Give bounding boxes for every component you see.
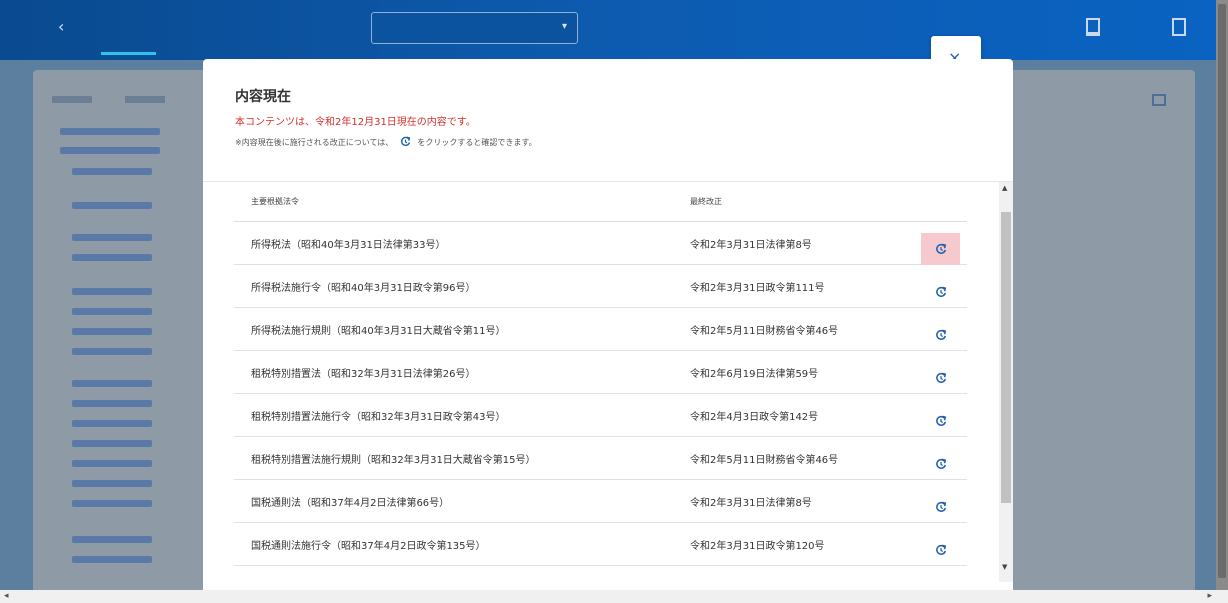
background-tree-item xyxy=(60,128,160,135)
law-name: 所得税法施行令（昭和40年3月31日政令第96号） xyxy=(251,283,476,294)
table-row: 所得税法施行令（昭和40年3月31日政令第96号） 令和2年3月31日政令第111… xyxy=(234,265,967,308)
scroll-up-arrow-icon[interactable]: ▲ xyxy=(1002,184,1007,192)
modal-scrollbar[interactable]: ▲ ▼ xyxy=(999,182,1013,582)
last-revision: 令和2年3月31日法律第8号 xyxy=(690,240,812,251)
revision-note: ※内容現在後に施行される改正については、 をクリックすると確認できます。 xyxy=(235,136,537,148)
law-name: 所得税法（昭和40年3月31日法律第33号） xyxy=(251,240,446,251)
revision-history-button[interactable] xyxy=(921,276,960,308)
background-tree-item xyxy=(72,420,152,427)
revision-note-text: ※内容現在後に施行される改正については、 xyxy=(235,138,394,147)
background-tree-item xyxy=(72,308,152,315)
content-date-notice: 本コンテンツは、令和2年12月31日現在の内容です。 xyxy=(235,117,476,128)
law-name: 租税特別措置法施行規則（昭和32年3月31日大蔵省令第15号） xyxy=(251,455,536,466)
revision-history-button[interactable] xyxy=(921,405,960,437)
history-icon xyxy=(400,136,411,147)
revision-note-text-after: をクリックすると確認できます。 xyxy=(417,138,537,147)
law-name: 国税通則法（昭和37年4月2日法律第66号） xyxy=(251,498,450,509)
background-breadcrumb xyxy=(52,96,92,103)
last-revision: 令和2年3月31日法律第8号 xyxy=(690,498,812,509)
revision-history-button[interactable] xyxy=(921,448,960,480)
background-tree-item xyxy=(72,536,152,543)
page-scroll-thumb[interactable] xyxy=(1218,4,1226,578)
table-row: 所得税法（昭和40年3月31日法律第33号） 令和2年3月31日法律第8号 xyxy=(234,222,967,265)
last-revision: 令和2年6月19日法律第59号 xyxy=(690,369,819,380)
law-name: 租税特別措置法（昭和32年3月31日法律第26号） xyxy=(251,369,476,380)
history-icon xyxy=(935,501,946,512)
revision-history-button[interactable] xyxy=(921,319,960,351)
last-revision: 令和2年5月11日財務省令第46号 xyxy=(690,326,839,337)
modal-header: 内容現在 本コンテンツは、令和2年12月31日現在の内容です。 ※内容現在後に施… xyxy=(203,59,1013,182)
law-table: 主要根拠法令 最終改正 所得税法（昭和40年3月31日法律第33号） 令和2年3月… xyxy=(234,182,967,582)
history-icon xyxy=(935,544,946,555)
background-tree-item xyxy=(72,288,152,295)
chevron-down-icon: ▾ xyxy=(561,21,567,32)
app-header: ‹ ▾ xyxy=(0,0,1228,60)
background-tree-item xyxy=(72,348,152,355)
background-tree-item xyxy=(72,480,152,487)
column-header-revision: 最終改正 xyxy=(690,197,722,206)
background-tree-item xyxy=(72,380,152,387)
history-icon xyxy=(935,329,946,340)
history-icon xyxy=(935,415,946,426)
table-row: 租税特別措置法施行令（昭和32年3月31日政令第43号） 令和2年4月3日政令第1… xyxy=(234,394,967,437)
law-name: 租税特別措置法施行令（昭和32年3月31日政令第43号） xyxy=(251,412,506,423)
history-icon xyxy=(935,243,946,254)
law-name: 所得税法施行規則（昭和40年3月31日大蔵省令第11号） xyxy=(251,326,506,337)
table-row: 国税通則法（昭和37年4月2日法律第66号） 令和2年3月31日法律第8号 xyxy=(234,480,967,523)
content-date-modal: 内容現在 本コンテンツは、令和2年12月31日現在の内容です。 ※内容現在後に施… xyxy=(203,59,1013,590)
history-icon xyxy=(935,458,946,469)
modal-title: 内容現在 xyxy=(235,89,291,105)
column-header-law: 主要根拠法令 xyxy=(251,197,299,206)
last-revision: 令和2年4月3日政令第142号 xyxy=(690,412,819,423)
background-tree-item xyxy=(72,460,152,467)
table-row: 所得税法施行規則（昭和40年3月31日大蔵省令第11号） 令和2年5月11日財務省… xyxy=(234,308,967,351)
table-row: 租税特別措置法施行規則（昭和32年3月31日大蔵省令第15号） 令和2年5月11日… xyxy=(234,437,967,480)
note-icon[interactable] xyxy=(1172,18,1186,36)
table-row: 国税通則法施行令（昭和37年4月2日政令第135号） 令和2年3月31日政令第12… xyxy=(234,523,967,566)
last-revision: 令和2年3月31日政令第111号 xyxy=(690,283,825,294)
last-revision: 令和2年5月11日財務省令第46号 xyxy=(690,455,839,466)
history-icon xyxy=(935,372,946,383)
law-name: 国税通則法施行令（昭和37年4月2日政令第135号） xyxy=(251,541,486,552)
modal-scroll-thumb[interactable] xyxy=(1001,212,1011,503)
page-horizontal-scrollbar[interactable]: ◂ ▸ xyxy=(0,590,1228,603)
active-tab-indicator xyxy=(101,52,156,55)
scroll-right-arrow-icon[interactable]: ▸ xyxy=(1207,591,1212,601)
background-tree-item xyxy=(72,328,152,335)
last-revision: 令和2年3月31日政令第120号 xyxy=(690,541,825,552)
background-tree-item xyxy=(72,400,152,407)
edit-icon[interactable] xyxy=(1152,94,1166,106)
background-tree-item xyxy=(72,202,152,209)
background-tree-item xyxy=(72,234,152,241)
header-select[interactable]: ▾ xyxy=(371,12,578,44)
background-breadcrumb xyxy=(125,96,165,103)
scroll-down-arrow-icon[interactable]: ▼ xyxy=(1002,563,1007,571)
background-tree-item xyxy=(72,168,152,175)
background-tree-item xyxy=(72,254,152,261)
background-tree-item xyxy=(72,440,152,447)
revision-history-button[interactable] xyxy=(921,362,960,394)
table-row: 租税特別措置法（昭和32年3月31日法律第26号） 令和2年6月19日法律第59号 xyxy=(234,351,967,394)
history-icon xyxy=(935,286,946,297)
background-tree-item xyxy=(72,500,152,507)
bookmark-icon[interactable] xyxy=(1086,18,1100,36)
revision-history-button[interactable] xyxy=(921,233,960,265)
page-vertical-scrollbar[interactable] xyxy=(1216,0,1228,590)
revision-history-button[interactable] xyxy=(921,491,960,523)
back-arrow-icon[interactable]: ‹ xyxy=(58,17,64,36)
scroll-left-arrow-icon[interactable]: ◂ xyxy=(4,591,9,601)
revision-history-button[interactable] xyxy=(921,534,960,566)
background-tree-item xyxy=(72,556,152,563)
background-tree-item xyxy=(60,147,160,154)
